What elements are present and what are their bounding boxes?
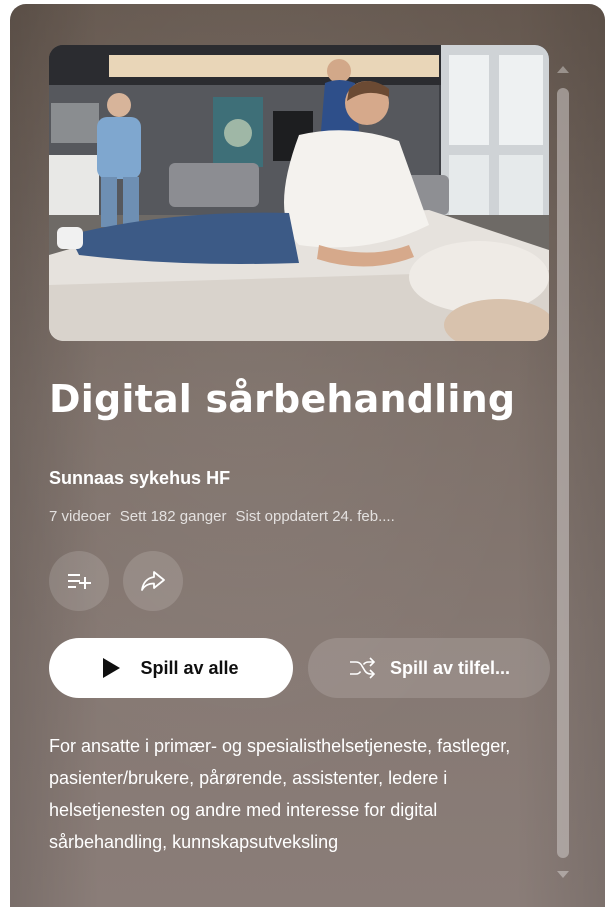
playlist-title: Digital sårbehandling xyxy=(49,377,516,421)
scroll-down-arrow-icon[interactable] xyxy=(557,871,569,878)
view-count: Sett 182 ganger xyxy=(119,508,227,525)
scroll-up-arrow-icon[interactable] xyxy=(557,66,569,73)
playlist-description: For ansatte i primær- og spesialisthelse… xyxy=(49,736,511,852)
playlist-metadata: 7 videoer Sett 182 ganger Sist oppdatert 2… xyxy=(49,507,519,527)
video-count: 7 videoer xyxy=(49,508,111,525)
playlist-add-icon xyxy=(68,574,91,589)
thumbnail-image xyxy=(49,45,549,341)
shuffle-button[interactable]: Spill av tilfel... xyxy=(308,638,550,698)
last-updated: Sist oppdatert 24. feb.... xyxy=(235,508,395,525)
channel-name-link[interactable]: Sunnaas sykehus HF xyxy=(49,467,230,489)
scrollbar-thumb[interactable] xyxy=(557,88,569,858)
shuffle-label: Spill av tilfel... xyxy=(389,657,511,678)
share-icon xyxy=(141,571,165,591)
playlist-thumbnail[interactable] xyxy=(49,45,549,341)
playlist-header-panel: Digital sårbehandling Sunnaas sykehus HF… xyxy=(10,4,605,907)
save-playlist-button[interactable] xyxy=(49,551,109,611)
play-icon xyxy=(103,658,121,678)
play-all-label: Spill av alle xyxy=(140,657,239,678)
shuffle-icon xyxy=(349,657,376,679)
share-button[interactable] xyxy=(123,551,183,611)
play-all-button[interactable]: Spill av alle xyxy=(49,638,293,698)
scrollbar[interactable] xyxy=(553,62,573,882)
